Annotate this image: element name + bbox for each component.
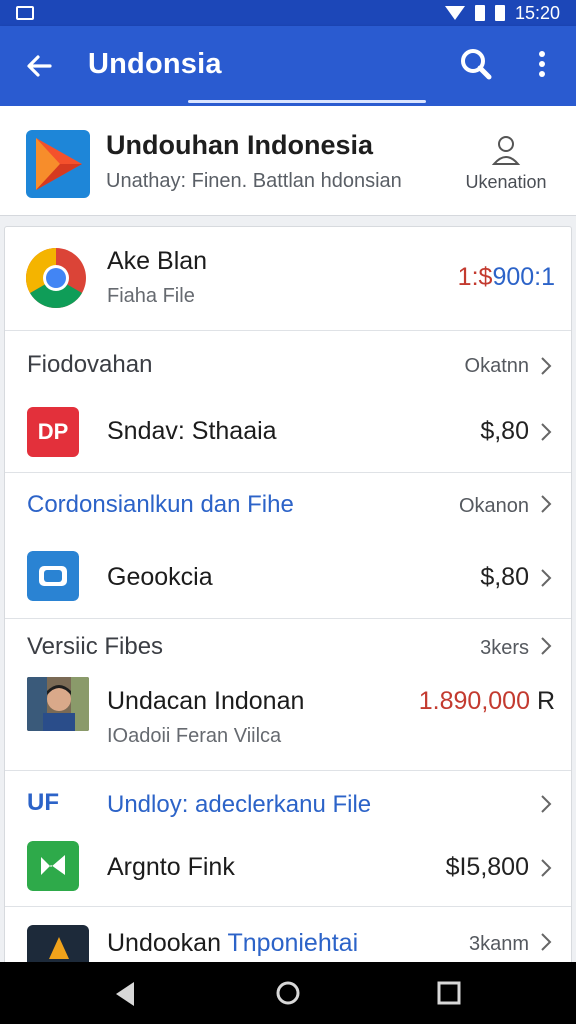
header-subtitle: Unathay: Finen. Battlan hdonsian [106, 170, 402, 192]
app-name: Undacan Indonan [107, 687, 305, 715]
uf-logo-text: UF [27, 789, 59, 816]
app-name-part-b: Tnponiehtai [227, 929, 359, 957]
price: $I5,800 [445, 853, 529, 881]
app-subtitle: IOadoii Feran Viilca [107, 725, 282, 747]
price: 1.890,000 R [419, 687, 555, 716]
person-photo-thumbnail [27, 677, 89, 731]
section-link: 3kanm [468, 933, 529, 955]
section-header-undloy[interactable]: UF Undloy: adeclerkanu File [5, 771, 571, 835]
section-link: Okanon [458, 495, 529, 517]
notification-icon [16, 6, 34, 20]
section-header-cordonsian[interactable]: Cordonsianlkun dan Fihe Okanon [5, 473, 571, 537]
chevron-right-icon [541, 637, 552, 655]
app-name: Sndav: Sthaaia [107, 417, 277, 445]
section-title: Undloy: adeclerkanu File [107, 791, 372, 818]
price-red-part: 1:$ [457, 263, 493, 291]
tab-indicator [188, 100, 426, 103]
dp-app-icon: DP [27, 407, 79, 457]
arrow-left-icon[interactable] [20, 46, 60, 86]
list-item-sndav[interactable]: DP Sndav: Sthaaia $,80 [5, 401, 571, 473]
list-item-argnto[interactable]: Argnto Fink $I5,800 [5, 835, 571, 907]
sim-icon [474, 5, 485, 21]
chrome-icon [25, 248, 86, 309]
list-item-undacan[interactable]: Undacan Indonan IOadoii Feran Viilca 1.8… [5, 671, 571, 771]
app-name: Geookcia [107, 563, 213, 591]
account-button[interactable]: Ukenation [456, 134, 556, 204]
system-nav-bar [0, 962, 576, 1024]
nav-back-icon[interactable] [112, 980, 138, 1008]
chevron-right-icon [541, 569, 552, 587]
status-left [16, 6, 34, 20]
wifi-icon [444, 6, 465, 20]
app-name: Argnto Fink [107, 853, 235, 881]
app-name: Ake Blan [107, 247, 208, 275]
price: 1:$900:1 [458, 263, 555, 292]
person-icon [491, 136, 521, 165]
uf-logo-icon: UF [27, 789, 59, 817]
status-time: 15:20 [514, 2, 560, 23]
more-vert-icon[interactable] [528, 44, 556, 84]
app-name-part-a: Undookan [107, 929, 221, 957]
section-header-fiodovahan[interactable]: Fiodovahan Okatnn [5, 331, 571, 401]
section-header-versiic[interactable]: Versiic Fibes 3kers [5, 619, 571, 671]
section-link: Okatnn [464, 355, 529, 377]
price-suffix: R [536, 687, 555, 715]
nav-home-icon[interactable] [274, 979, 302, 1007]
status-bar: 15:20 [0, 0, 576, 26]
chevron-right-icon [541, 933, 552, 951]
chevron-right-icon [541, 795, 552, 813]
list-card: Ake Blan Fiaha File 1:$900:1 Fiodovahan … [4, 226, 572, 966]
section-title: Versiic Fibes [27, 633, 164, 660]
app-name: Undookan Tnponiehtai [107, 929, 358, 958]
price-red-part: 1.890,000 [418, 687, 530, 715]
list-item-undookan[interactable]: Undookan Tnponiehtai 3kanm [5, 907, 571, 965]
price: $,80 [480, 563, 529, 591]
price: $,80 [480, 417, 529, 445]
app-icon-green [27, 841, 79, 891]
play-store-logo-icon [26, 130, 90, 198]
nav-recents-icon[interactable] [436, 980, 462, 1006]
price-blue-part: 900:1 [492, 263, 555, 291]
header-card: Undouhan Indonesia Unathay: Finen. Battl… [0, 106, 576, 216]
list-item-geookcia[interactable]: Geookcia $,80 [5, 537, 571, 619]
status-right: 15:20 [444, 2, 560, 24]
app-icon-dark [27, 925, 89, 965]
search-icon[interactable] [456, 44, 496, 84]
app-icon-blue [27, 551, 79, 601]
section-title: Cordonsianlkun dan Fihe [27, 491, 294, 518]
header-title: Undouhan Indonesia [106, 130, 373, 160]
app-subtitle: Fiaha File [107, 285, 195, 307]
chevron-right-icon [541, 423, 552, 441]
list-item-ake-blan[interactable]: Ake Blan Fiaha File 1:$900:1 [5, 227, 571, 331]
chevron-right-icon [541, 859, 552, 877]
account-label: Ukenation [465, 172, 547, 192]
app-title: Undonsia [88, 48, 222, 80]
section-title: Fiodovahan [27, 351, 153, 378]
chevron-right-icon [541, 357, 552, 375]
section-link: 3kers [480, 637, 529, 659]
battery-icon [494, 5, 505, 21]
chevron-right-icon [541, 495, 552, 513]
app-bar: Undonsia [0, 26, 576, 106]
